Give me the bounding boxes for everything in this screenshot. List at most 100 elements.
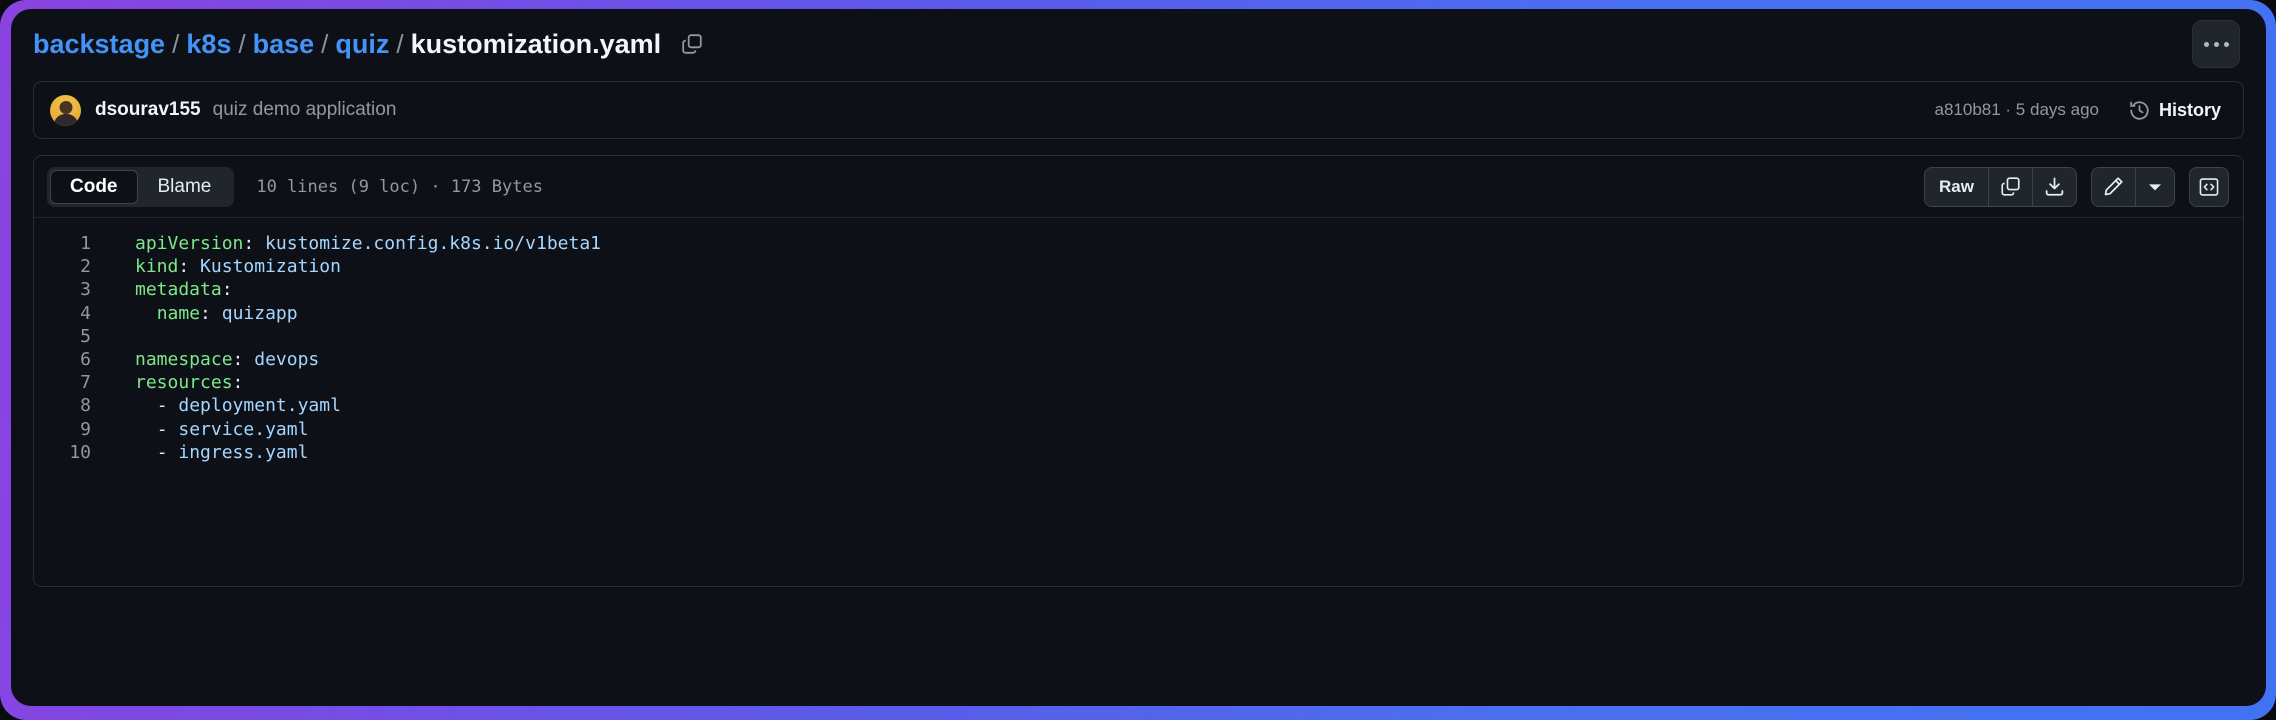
line-number[interactable]: 1 [34, 232, 108, 255]
raw-button[interactable]: Raw [1925, 167, 1989, 206]
line-content: - ingress.yaml [108, 441, 309, 464]
yaml-key: metadata [135, 279, 222, 301]
yaml-value: service.yaml [178, 418, 309, 440]
yaml-key: resources [135, 372, 233, 394]
download-raw-file-button[interactable] [2033, 167, 2076, 206]
edit-file-button[interactable] [2092, 167, 2136, 206]
commit-message-link[interactable]: quiz demo application [213, 99, 397, 121]
breadcrumb-separator: / [396, 29, 404, 59]
file-view-window: backstage / k8s / base / quiz / kustomiz… [11, 9, 2266, 706]
code-line: 9 - service.yaml [34, 418, 2243, 441]
yaml-key: kind [135, 256, 179, 278]
commit-hash-and-time[interactable]: a810b81 · 5 days ago [1935, 100, 2099, 120]
copy-raw-contents-button[interactable] [1989, 167, 2033, 206]
yaml-indent [135, 395, 157, 416]
code-line: 7 resources: [34, 371, 2243, 394]
yaml-key: name [156, 302, 201, 324]
commit-author-link[interactable]: dsourav155 [95, 99, 201, 121]
symbols-panel-button[interactable] [2189, 166, 2229, 207]
line-number[interactable]: 9 [34, 418, 108, 441]
code-line: 3 metadata: [34, 278, 2243, 301]
line-content: kind: Kustomization [108, 255, 341, 278]
edit-file-group [2091, 166, 2175, 207]
code-content[interactable]: 1 apiVersion: kustomize.config.k8s.io/v1… [34, 218, 2243, 586]
yaml-list-dash: - [156, 418, 179, 440]
pencil-edit-icon [2103, 176, 2124, 197]
file-actions: Raw [1924, 166, 2229, 207]
copy-path-button[interactable] [677, 29, 707, 59]
code-line: 6 namespace: devops [34, 348, 2243, 371]
breadcrumb-separator: / [321, 29, 329, 59]
breadcrumb-separator: / [172, 29, 180, 59]
commit-meta-group: a810b81 · 5 days ago History [1935, 95, 2225, 126]
history-label: History [2158, 99, 2221, 120]
more-options-button[interactable] [2192, 20, 2240, 68]
download-raw-file-icon [2044, 176, 2065, 197]
line-number[interactable]: 8 [34, 394, 108, 417]
yaml-colon: : [232, 348, 244, 370]
line-number[interactable]: 2 [34, 255, 108, 278]
yaml-colon: : [200, 302, 211, 324]
line-number[interactable]: 5 [34, 325, 108, 348]
yaml-value: Kustomization [189, 256, 341, 278]
breadcrumb-item-repo[interactable]: backstage [33, 30, 165, 58]
tab-code[interactable]: Code [50, 169, 138, 204]
code-line: 10 - ingress.yaml [34, 441, 2243, 464]
code-brackets-icon [2198, 176, 2220, 198]
history-button[interactable]: History [2125, 95, 2225, 126]
line-number[interactable]: 4 [34, 302, 108, 325]
yaml-value: deployment.yaml [178, 395, 341, 417]
history-clock-icon [2129, 100, 2150, 121]
tab-blame[interactable]: Blame [138, 170, 232, 204]
line-number[interactable]: 7 [34, 371, 108, 394]
yaml-colon: : [178, 256, 190, 278]
line-content: - deployment.yaml [108, 394, 341, 417]
line-content: name: quizapp [108, 302, 298, 325]
code-line: 1 apiVersion: kustomize.config.k8s.io/v1… [34, 232, 2243, 255]
breadcrumb: backstage / k8s / base / quiz / kustomiz… [33, 28, 662, 59]
window-gradient-frame: backstage / k8s / base / quiz / kustomiz… [0, 0, 2276, 720]
copy-icon [681, 33, 703, 55]
raw-copy-download-group: Raw [1924, 166, 2077, 207]
yaml-list-dash: - [156, 395, 179, 417]
yaml-colon: : [243, 233, 255, 254]
line-number[interactable]: 3 [34, 278, 108, 301]
yaml-key: namespace [135, 348, 233, 370]
yaml-colon: : [232, 372, 244, 394]
edit-dropdown-button[interactable] [2136, 167, 2174, 206]
line-content: - service.yaml [108, 418, 309, 441]
line-content: apiVersion: kustomize.config.k8s.io/v1be… [108, 232, 601, 255]
line-number[interactable]: 6 [34, 348, 108, 371]
yaml-indent [135, 419, 157, 440]
code-blame-tabs: Code Blame [47, 166, 235, 207]
breadcrumb-separator: / [238, 29, 246, 59]
line-content: metadata: [108, 278, 233, 301]
code-line: 4 name: quizapp [34, 302, 2243, 325]
code-line: 8 - deployment.yaml [34, 394, 2243, 417]
file-panel: Code Blame 10 lines (9 loc) · 173 Bytes … [33, 155, 2244, 587]
code-line: 5 [34, 325, 2243, 348]
breadcrumb-item-filename: kustomization.yaml [410, 28, 662, 59]
file-meta-text: 10 lines (9 loc) · 173 Bytes [256, 176, 543, 197]
yaml-value: devops [243, 348, 320, 370]
page-header: backstage / k8s / base / quiz / kustomiz… [11, 9, 2266, 75]
yaml-indent [135, 442, 157, 463]
avatar[interactable] [50, 94, 81, 126]
file-toolbar: Code Blame 10 lines (9 loc) · 173 Bytes … [34, 156, 2243, 218]
yaml-value: quizapp [210, 302, 298, 324]
yaml-value: ingress.yaml [178, 441, 309, 463]
yaml-key: apiVersion [135, 233, 244, 254]
breadcrumb-item-base[interactable]: base [253, 30, 315, 58]
yaml-indent [135, 303, 157, 324]
yaml-list-dash: - [156, 441, 179, 463]
yaml-value: kustomize.config.k8s.io/v1beta1 [254, 233, 601, 254]
line-number[interactable]: 10 [34, 441, 108, 464]
kebab-horizontal-icon [2223, 41, 2229, 47]
yaml-colon: : [221, 279, 233, 301]
line-content: namespace: devops [108, 348, 319, 371]
breadcrumb-item-k8s[interactable]: k8s [186, 30, 231, 58]
kebab-horizontal-icon [2203, 41, 2209, 47]
breadcrumb-item-quiz[interactable]: quiz [335, 30, 389, 58]
code-line: 2 kind: Kustomization [34, 255, 2243, 278]
kebab-horizontal-icon [2213, 41, 2219, 47]
